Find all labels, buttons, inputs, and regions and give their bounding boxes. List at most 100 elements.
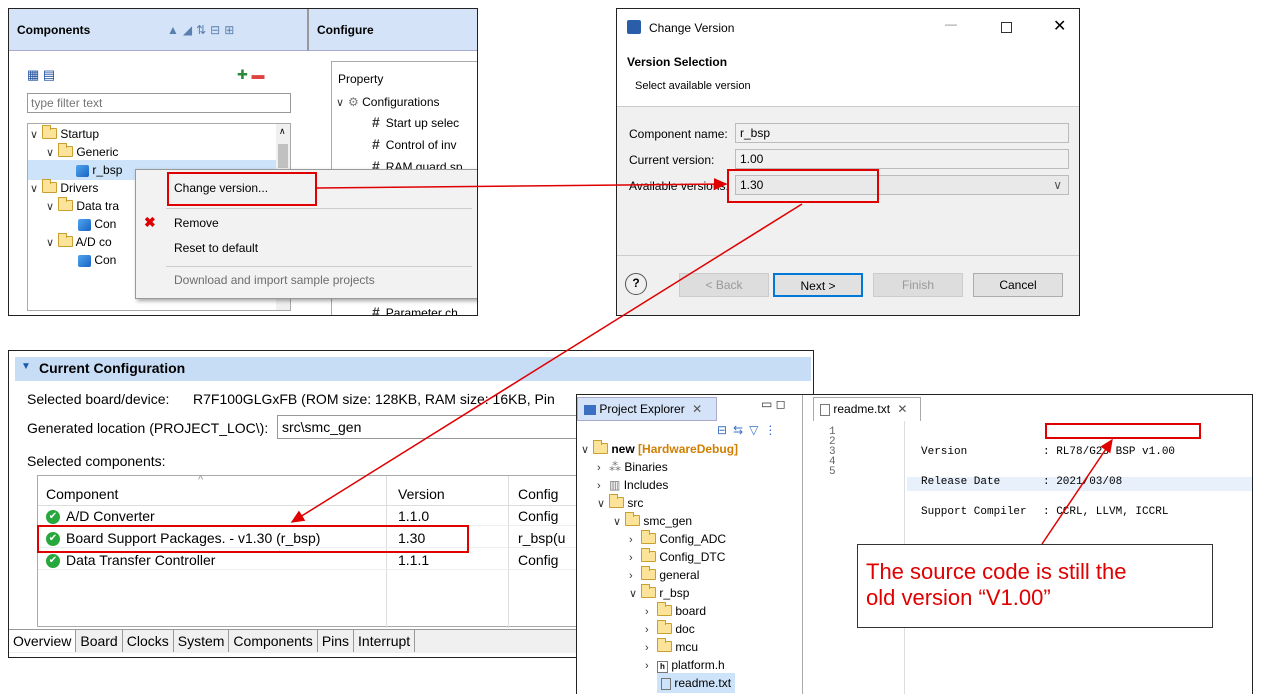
folder-icon — [641, 530, 656, 545]
editor-tab[interactable]: readme.txt ✕ — [813, 397, 921, 421]
config-section-header: ▼ Current Configuration — [15, 357, 811, 381]
gear-icon: ⚙ — [348, 95, 359, 109]
tab-pins[interactable]: Pins — [318, 630, 355, 652]
table-row[interactable]: ✔ Board Support Packages. - v1.30 (r_bsp)… — [38, 528, 576, 548]
cancel-button[interactable]: Cancel — [973, 273, 1063, 297]
component-icon — [78, 218, 91, 231]
close-icon[interactable]: ✕ — [1053, 16, 1066, 36]
explorer-toolbar-icons[interactable]: ⊟⇆▽⋮ — [717, 423, 782, 437]
back-button: < Back — [679, 273, 769, 297]
scroll-thumb[interactable] — [278, 144, 288, 168]
sort-icon: ^ — [198, 474, 204, 486]
configurations-node[interactable]: ∨ ⚙ Configurations — [336, 92, 440, 112]
table-row[interactable]: ✔ A/D Converter 1.1.0 Config — [38, 506, 576, 526]
tab-overview[interactable]: Overview — [9, 630, 77, 652]
view-menu-icons[interactable]: ▭ ◻ — [761, 397, 786, 411]
config-item[interactable]: # Control of inv — [372, 134, 457, 154]
tree-item-ad-converter[interactable]: ∨ A/D co — [46, 232, 112, 252]
tree-item-config-adc[interactable]: Con — [78, 250, 116, 270]
tab-components[interactable]: Components — [229, 630, 318, 652]
folder-icon — [641, 584, 656, 599]
close-icon[interactable]: ✕ — [897, 402, 907, 416]
available-versions-select[interactable]: 1.30 ∨ — [735, 175, 1069, 195]
table-header: Component ^ Version Config — [38, 474, 576, 628]
configure-header: Configure — [307, 9, 477, 51]
tab-clocks[interactable]: Clocks — [123, 630, 174, 652]
close-icon[interactable]: ✕ — [692, 402, 702, 416]
help-icon[interactable]: ? — [625, 273, 647, 295]
config-item[interactable]: # Start up selec — [372, 112, 459, 132]
board-label: Selected board/device: — [27, 391, 170, 407]
tab-board[interactable]: Board — [76, 630, 123, 652]
project-explorer: Project Explorer ✕ ▭ ◻ ⊟⇆▽⋮ ∨ new [Hardw… — [577, 395, 803, 694]
filter-input[interactable] — [27, 93, 291, 113]
tree-item-config-adc[interactable]: › Config_ADC — [629, 529, 726, 549]
section-title: Current Configuration — [39, 360, 186, 376]
folder-icon — [641, 548, 656, 563]
toolbar-icons[interactable]: ▲◢⇅⊟⊞ — [167, 23, 238, 37]
text-file-icon — [820, 403, 830, 416]
chevron-down-icon: ∨ — [30, 129, 39, 141]
maximize-icon[interactable] — [1001, 22, 1012, 33]
menu-item-reset[interactable]: Reset to default — [174, 238, 258, 258]
add-remove-component-icons[interactable]: ✚ ▬ — [237, 67, 265, 83]
tree-item-drivers[interactable]: ∨ Drivers — [30, 178, 98, 198]
dialog-footer-divider — [617, 255, 1079, 256]
tree-item-config-dtc[interactable]: › Config_DTC — [629, 547, 725, 567]
code-lines[interactable]: Version: RL78/G23 BSP v1.00 Release Date… — [921, 427, 1175, 537]
tree-item-smc-gen[interactable]: ∨ smc_gen — [613, 511, 692, 531]
callout-line-1: The source code is still the — [866, 559, 1127, 584]
source-folder-icon — [609, 494, 624, 509]
tree-item-project-new[interactable]: ∨ new [HardwareDebug] — [581, 439, 738, 459]
current-version-label: Current version: — [629, 153, 715, 167]
menu-item-download-samples: Download and import sample projects — [174, 273, 375, 287]
code-line: Release Date: 2021/03/08 — [921, 476, 1123, 488]
tree-item-binaries[interactable]: › ⁂ Binaries — [597, 457, 668, 477]
menu-item-remove[interactable]: ✖ Remove — [144, 212, 219, 232]
column-config[interactable]: Config — [518, 486, 558, 502]
tab-system[interactable]: System — [174, 630, 230, 652]
folder-icon — [657, 638, 672, 653]
hash-icon: # — [372, 114, 380, 130]
tree-item-includes[interactable]: › ▥ Includes — [597, 475, 668, 495]
view-toggle-icons[interactable]: ▦ ▤ — [27, 67, 55, 83]
explorer-tab[interactable]: Project Explorer ✕ — [577, 397, 717, 421]
tree-item-src[interactable]: ∨ src — [597, 493, 643, 513]
delete-icon: ✖ — [144, 214, 156, 230]
text-file-icon — [661, 677, 671, 690]
collapse-icon[interactable]: ▼ — [21, 361, 31, 372]
folder-icon — [42, 125, 57, 140]
configure-title: Configure — [317, 23, 374, 37]
line-numbers: 1 2 3 4 5 — [829, 426, 836, 478]
tree-item-general[interactable]: › general — [629, 565, 699, 585]
chevron-down-icon: ∨ — [30, 183, 39, 195]
column-version[interactable]: Version — [398, 486, 445, 502]
menu-divider — [166, 208, 472, 209]
scroll-up-icon[interactable]: ∧ — [279, 126, 286, 137]
next-button[interactable]: Next > — [773, 273, 863, 297]
header-file-icon: h — [657, 661, 668, 673]
tree-item-board[interactable]: › board — [645, 601, 706, 621]
tree-item-r-bsp[interactable]: ∨ r_bsp — [629, 583, 689, 603]
minimize-icon[interactable]: — — [945, 17, 957, 31]
tree-item-mcu[interactable]: › mcu — [645, 637, 698, 657]
tree-item-config-dtc[interactable]: Con — [78, 214, 116, 234]
table-row[interactable]: ✔ Data Transfer Controller 1.1.1 Config — [38, 550, 576, 570]
column-component[interactable]: Component — [46, 486, 118, 502]
tree-item-generic[interactable]: ∨ Generic — [46, 142, 118, 162]
tree-item-platform-h[interactable]: › h platform.h — [645, 655, 725, 675]
project-folder-icon — [593, 440, 608, 455]
tab-interrupt[interactable]: Interrupt — [354, 630, 416, 652]
location-label: Generated location (PROJECT_LOC\): — [27, 420, 269, 436]
tree-item-startup[interactable]: ∨ Startup — [30, 124, 99, 144]
config-item[interactable]: # Parameter ch — [372, 302, 458, 315]
selected-components-label: Selected components: — [27, 453, 166, 469]
dialog-title: Change Version — [649, 21, 735, 35]
location-field[interactable]: src\smc_gen — [277, 415, 577, 439]
components-title: Components — [17, 23, 91, 37]
tree-item-data-transfer[interactable]: ∨ Data tra — [46, 196, 119, 216]
tree-item-readme[interactable]: readme.txt — [657, 673, 736, 693]
tree-item-doc[interactable]: › doc — [645, 619, 695, 639]
menu-item-change-version[interactable]: Change version... — [174, 178, 268, 198]
component-name-label: Component name: — [629, 127, 728, 141]
